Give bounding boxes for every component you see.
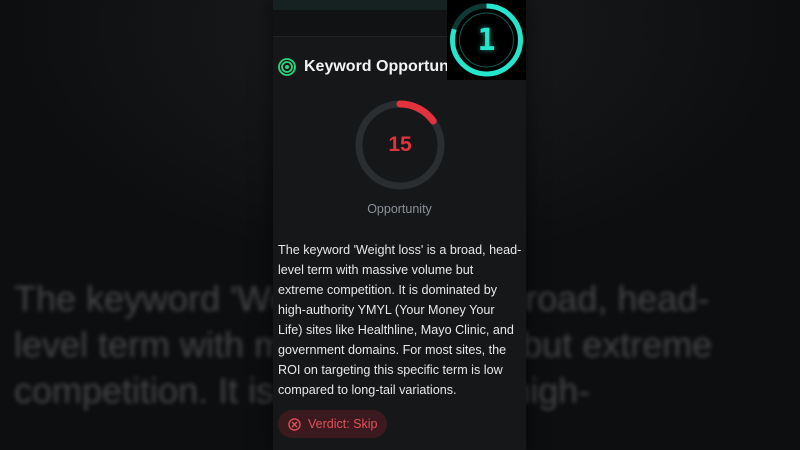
verdict-badge: Verdict: Skip bbox=[278, 410, 388, 438]
target-icon bbox=[278, 58, 296, 76]
card-header: Keyword Opportunity bbox=[278, 58, 468, 76]
opportunity-gauge: 15 bbox=[354, 99, 446, 191]
verdict-text: Verdict: Skip bbox=[308, 417, 378, 431]
video-frame: The keyword 'Weight loss' is a broad, he… bbox=[0, 0, 800, 450]
timer-digit: 1 bbox=[477, 22, 496, 58]
card-title: Keyword Opportunity bbox=[304, 58, 468, 75]
panel-top-strip bbox=[273, 0, 453, 10]
close-circle-icon bbox=[288, 417, 301, 431]
keyword-description: The keyword 'Weight loss' is a broad, he… bbox=[278, 243, 522, 397]
gauge-label: Opportunity bbox=[367, 202, 432, 216]
gauge-score: 15 bbox=[388, 133, 412, 156]
countdown-timer: 1 bbox=[447, 0, 526, 80]
